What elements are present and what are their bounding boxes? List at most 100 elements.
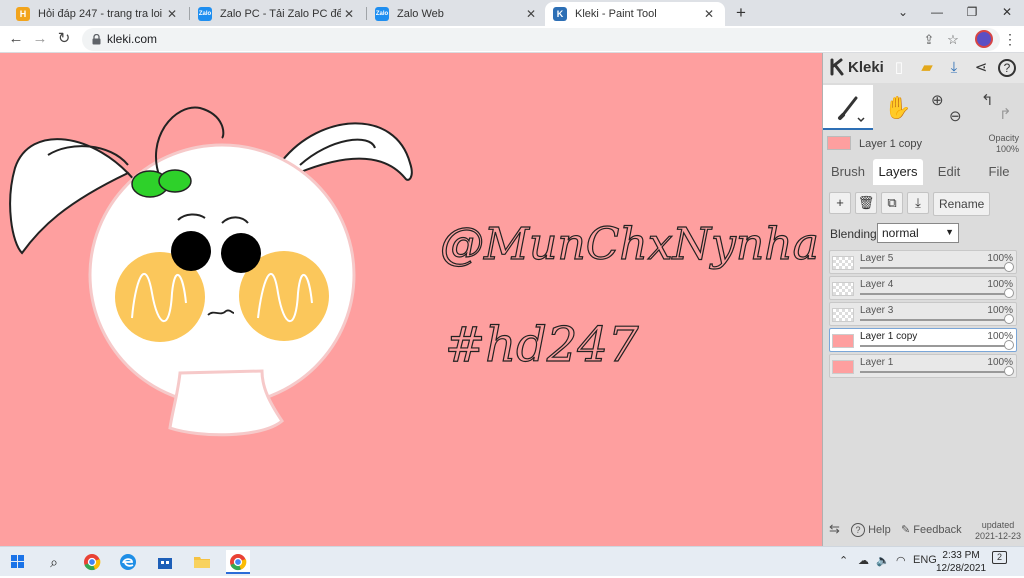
search-icon[interactable]: ⌕	[42, 550, 66, 574]
forward-button[interactable]: →	[30, 29, 50, 49]
new-image-icon[interactable]: ▯	[889, 58, 909, 78]
tab-title: Hỏi đáp 247 - trang tra loi	[38, 8, 163, 20]
tray-chevron-up-icon[interactable]: ⌃	[839, 554, 848, 567]
tab-brush[interactable]: Brush	[827, 159, 869, 185]
chrome-active-icon[interactable]	[226, 550, 250, 574]
close-tab-icon[interactable]: ✕	[701, 7, 717, 21]
url-text[interactable]: kleki.com	[107, 32, 157, 46]
layer-opacity-slider[interactable]	[860, 345, 1005, 347]
new-tab-button[interactable]: +	[731, 3, 751, 23]
bow-right	[158, 169, 192, 193]
layer-thumbnail	[832, 360, 854, 374]
tab-layers[interactable]: Layers	[873, 159, 923, 185]
swap-side-icon[interactable]: ⇆	[829, 521, 840, 537]
close-tab-icon[interactable]: ✕	[523, 7, 539, 21]
zoom-out-icon[interactable]: ⊖	[949, 107, 962, 127]
browser-tab-kleki[interactable]: K Kleki - Paint Tool ✕	[545, 2, 725, 26]
windows-taskbar: ⌕ ⌃ ☁ 🔈 ◠ ENG 2:33 PM 12/28/2021 2	[0, 546, 1024, 576]
restore-button[interactable]: ❐	[955, 0, 989, 26]
layer-name: Layer 1 copy	[860, 331, 918, 342]
help-icon[interactable]: ?	[998, 59, 1016, 77]
kleki-logo[interactable]: Kleki	[829, 58, 884, 76]
zoom-buttons[interactable]: ⊕ ⊖	[927, 85, 971, 130]
merge-layer-icon[interactable]: ⤓	[907, 192, 929, 214]
slider-knob[interactable]	[1004, 340, 1014, 350]
address-bar[interactable]: kleki.com ⇪ ☆	[82, 28, 1000, 51]
undo-redo-buttons[interactable]: ↰ ↱	[975, 85, 1021, 130]
redo-icon[interactable]: ↱	[999, 105, 1012, 125]
speaker-icon[interactable]: 🔈	[876, 554, 890, 567]
layer-opacity-slider[interactable]	[860, 293, 1005, 295]
taskbar-clock[interactable]: 2:33 PM 12/28/2021	[936, 549, 986, 575]
layer-item[interactable]: Layer 5 100%	[829, 250, 1017, 274]
edge-icon[interactable]	[116, 550, 140, 574]
browser-tab-zalo-web[interactable]: Zalo Zalo Web ✕	[367, 2, 547, 26]
layer-item[interactable]: Layer 3 100%	[829, 302, 1017, 326]
notification-icon[interactable]: 2	[992, 551, 1007, 564]
layer-opacity-slider[interactable]	[860, 319, 1005, 321]
slider-knob[interactable]	[1004, 314, 1014, 324]
brush-tool-button[interactable]	[823, 85, 873, 130]
layer-opacity-slider[interactable]	[860, 267, 1005, 269]
layer-item[interactable]: Layer 4 100%	[829, 276, 1017, 300]
tab-title: Zalo Web	[397, 8, 444, 20]
panel-tabs: Brush Layers Edit File	[823, 159, 1024, 185]
hashtag-signature: #hd247	[445, 317, 639, 373]
feedback-link[interactable]: ✎ Feedback	[901, 523, 962, 536]
layer-item-selected[interactable]: Layer 1 copy 100%	[829, 328, 1017, 352]
undo-icon[interactable]: ↰	[981, 91, 994, 111]
layer-opacity-slider[interactable]	[860, 371, 1005, 373]
wifi-icon[interactable]: ◠	[896, 554, 906, 567]
bookmark-star-icon[interactable]: ☆	[944, 31, 962, 49]
store-icon[interactable]	[153, 550, 177, 574]
layer-thumbnail	[832, 308, 854, 322]
add-layer-button[interactable]: +	[829, 192, 851, 214]
layer-name: Layer 1	[860, 357, 894, 368]
slider-knob[interactable]	[1004, 262, 1014, 272]
back-button[interactable]: ←	[6, 29, 26, 49]
blending-label: Blending	[830, 227, 877, 241]
reload-button[interactable]: ↻	[54, 29, 74, 49]
zoom-in-icon[interactable]: ⊕	[931, 91, 944, 111]
blending-mode-select[interactable]: normal ▼	[877, 223, 959, 243]
download-icon[interactable]: ⤓	[944, 58, 964, 78]
panel-footer: ⇆ ? Help ✎ Feedback updated 2021-12-23	[823, 515, 1024, 546]
browser-tab-hoidap[interactable]: H Hỏi đáp 247 - trang tra loi ✕	[8, 2, 188, 26]
kleki-logo-icon	[830, 58, 844, 76]
updated-info: updated 2021-12-23	[974, 520, 1021, 541]
tab-edit[interactable]: Edit	[927, 159, 971, 185]
tab-search-button[interactable]: ⌄	[886, 0, 920, 26]
left-eye	[171, 231, 211, 271]
cloud-icon[interactable]: ☁	[858, 554, 869, 567]
tab-file[interactable]: File	[977, 159, 1021, 185]
slider-knob[interactable]	[1004, 366, 1014, 376]
close-tab-icon[interactable]: ✕	[164, 7, 180, 21]
layer-item[interactable]: Layer 1 100%	[829, 354, 1017, 378]
browser-tab-strip: H Hỏi đáp 247 - trang tra loi ✕ Zalo Zal…	[0, 0, 1024, 26]
share-icon[interactable]: ⇪	[920, 31, 938, 49]
open-folder-icon[interactable]: ▰	[917, 58, 937, 78]
slider-knob[interactable]	[1004, 288, 1014, 298]
help-link[interactable]: ? Help	[851, 523, 891, 537]
hand-tool-button[interactable]: ✋	[873, 85, 923, 130]
browser-menu-icon[interactable]: ⋮	[1003, 29, 1017, 49]
duplicate-layer-icon[interactable]: ⧉	[881, 192, 903, 214]
profile-avatar[interactable]	[975, 30, 993, 48]
layer-name: Layer 4	[860, 279, 894, 290]
share-icon[interactable]: ⋖	[971, 58, 991, 78]
kleki-favicon-icon: K	[553, 7, 567, 21]
close-tab-icon[interactable]: ✕	[341, 7, 357, 21]
lock-icon[interactable]	[92, 34, 101, 45]
minimize-button[interactable]: —	[920, 0, 954, 26]
drawing-canvas[interactable]: @MunChxNynha #hd247	[0, 53, 822, 546]
close-window-button[interactable]: ✕	[990, 0, 1024, 26]
hoidap-favicon-icon: H	[16, 7, 30, 21]
tab-title: Zalo PC - Tải Zalo PC để làm việc	[220, 8, 341, 20]
language-indicator[interactable]: ENG	[913, 554, 937, 566]
delete-layer-icon[interactable]: 🗑	[855, 192, 877, 214]
windows-start-icon[interactable]	[6, 550, 30, 574]
browser-tab-zalo-pc[interactable]: Zalo Zalo PC - Tải Zalo PC để làm việc ✕	[190, 2, 365, 26]
chrome-icon[interactable]	[80, 550, 104, 574]
rename-layer-button[interactable]: Rename	[933, 192, 991, 216]
file-explorer-icon[interactable]	[190, 550, 214, 574]
